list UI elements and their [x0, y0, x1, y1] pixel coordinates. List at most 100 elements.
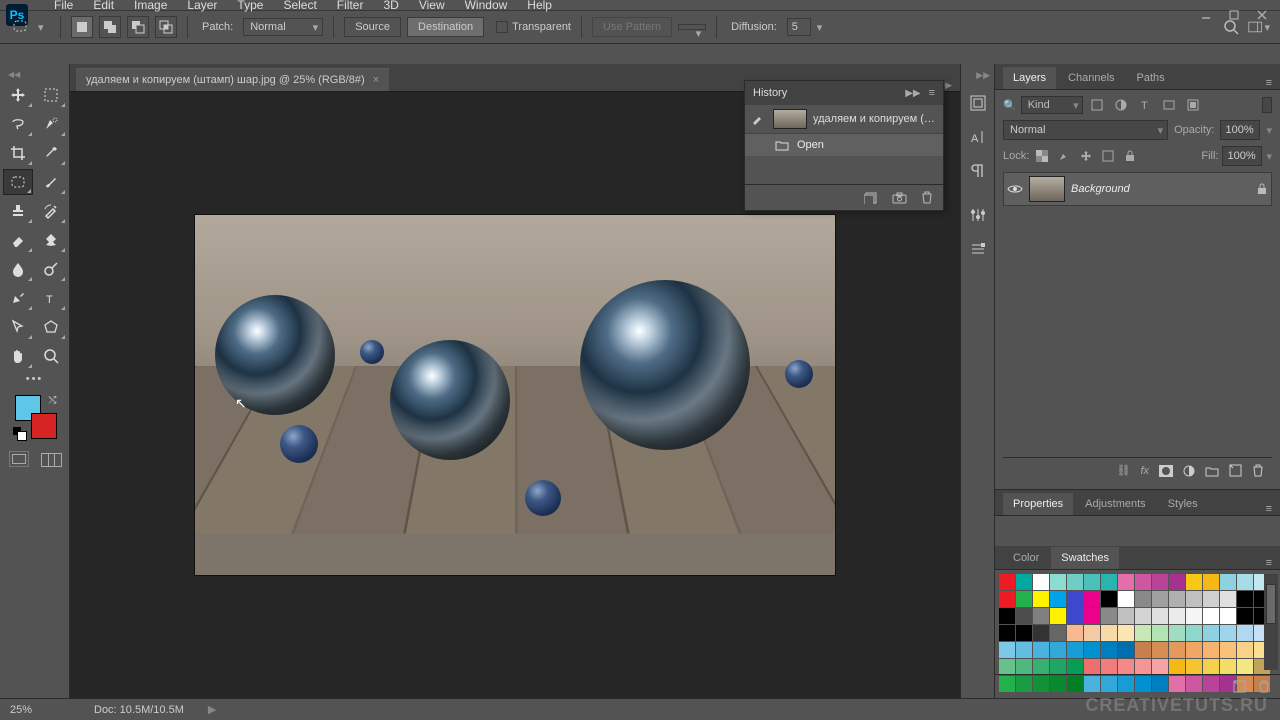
fill-dropdown[interactable]: ▾ — [1266, 150, 1272, 163]
menu-select[interactable]: Select — [273, 0, 326, 16]
lasso-tool[interactable] — [3, 111, 33, 137]
swatch[interactable] — [1220, 659, 1236, 675]
blend-mode-select[interactable]: Normal — [1003, 120, 1168, 140]
swatch[interactable] — [1135, 608, 1151, 624]
filter-adjust-icon[interactable] — [1111, 96, 1131, 114]
swatch[interactable] — [1050, 625, 1066, 641]
character-panel-icon[interactable]: A — [966, 125, 990, 149]
swatch[interactable] — [1203, 625, 1219, 641]
menu-window[interactable]: Window — [455, 0, 518, 16]
swatch[interactable] — [1050, 591, 1066, 607]
swatch[interactable] — [1033, 591, 1049, 607]
filter-type-icon[interactable]: T — [1135, 96, 1155, 114]
swatch[interactable] — [1220, 625, 1236, 641]
move-tool[interactable] — [3, 82, 33, 108]
swatch[interactable] — [1067, 625, 1083, 641]
layer-mask-icon[interactable] — [1159, 465, 1173, 477]
swatch[interactable] — [1203, 659, 1219, 675]
default-colors-icon[interactable] — [13, 427, 25, 439]
swatch[interactable] — [1101, 625, 1117, 641]
tab-paths[interactable]: Paths — [1127, 67, 1175, 89]
swatch[interactable] — [1033, 574, 1049, 590]
adjustment-layer-icon[interactable] — [1183, 465, 1195, 477]
swatch[interactable] — [1067, 574, 1083, 590]
swatch[interactable] — [1169, 608, 1185, 624]
color-picker[interactable]: ⤭ — [13, 395, 57, 439]
eraser-tool[interactable] — [3, 227, 33, 253]
lock-transparency-icon[interactable] — [1033, 148, 1051, 164]
swatch[interactable] — [1220, 642, 1236, 658]
layer-fx-icon[interactable]: fx — [1140, 465, 1149, 477]
libraries-panel-icon[interactable] — [966, 237, 990, 261]
pen-tool[interactable] — [3, 285, 33, 311]
adjustments-panel-icon[interactable] — [966, 203, 990, 227]
swatch[interactable] — [1118, 659, 1134, 675]
swatch[interactable] — [999, 574, 1015, 590]
swatch[interactable] — [1067, 659, 1083, 675]
swatch[interactable] — [1237, 659, 1253, 675]
layer-filter-select[interactable]: Kind — [1021, 96, 1083, 114]
menu-type[interactable]: Type — [227, 0, 273, 16]
close-tab-icon[interactable]: × — [373, 74, 379, 86]
swatch[interactable] — [1118, 574, 1134, 590]
delete-state-icon[interactable] — [921, 191, 933, 204]
swap-colors-icon[interactable]: ⤭ — [49, 395, 57, 406]
swatch[interactable] — [1186, 659, 1202, 675]
expand-strip-icon[interactable]: ▶▶ — [976, 70, 990, 81]
destination-button[interactable]: Destination — [407, 17, 484, 37]
swatch[interactable] — [1016, 591, 1032, 607]
document-tab[interactable]: удаляем и копируем (штамп) шар.jpg @ 25%… — [76, 68, 389, 91]
new-selection-button[interactable] — [71, 16, 93, 38]
swatch[interactable] — [1135, 659, 1151, 675]
lock-all-icon[interactable] — [1121, 148, 1139, 164]
swatch[interactable] — [1101, 608, 1117, 624]
swatches-scrollbar[interactable] — [1264, 574, 1278, 670]
filter-toggle[interactable] — [1262, 97, 1272, 113]
tab-swatches[interactable]: Swatches — [1051, 547, 1119, 569]
swatch[interactable] — [1220, 608, 1236, 624]
brush-tool[interactable] — [36, 169, 66, 195]
swatch[interactable] — [1033, 625, 1049, 641]
stamp-tool[interactable] — [3, 198, 33, 224]
swatch[interactable] — [1152, 625, 1168, 641]
swatch[interactable] — [1033, 659, 1049, 675]
tab-styles[interactable]: Styles — [1158, 493, 1208, 515]
standard-mode-button[interactable] — [9, 451, 29, 467]
swatch[interactable] — [1186, 608, 1202, 624]
swatch[interactable] — [999, 591, 1015, 607]
history-brush-tool[interactable] — [36, 198, 66, 224]
intersect-selection-button[interactable] — [155, 16, 177, 38]
use-pattern-button[interactable]: Use Pattern — [592, 17, 672, 37]
search-icon[interactable] — [1220, 16, 1242, 38]
subtract-selection-button[interactable] — [127, 16, 149, 38]
patch-tool[interactable] — [3, 169, 33, 195]
link-layers-icon[interactable]: ⛓ — [1116, 464, 1130, 477]
swatch[interactable] — [1016, 659, 1032, 675]
layer-visibility-icon[interactable] — [1007, 181, 1023, 197]
menu-filter[interactable]: Filter — [327, 0, 374, 16]
path-select-tool[interactable] — [3, 314, 33, 340]
swatch[interactable] — [1237, 608, 1253, 624]
swatch[interactable] — [1067, 591, 1083, 607]
swatch[interactable] — [1237, 574, 1253, 590]
menu-file[interactable]: File — [44, 0, 83, 16]
new-layer-icon[interactable] — [1229, 464, 1242, 477]
dodge-tool[interactable] — [36, 256, 66, 282]
swatch[interactable] — [1101, 659, 1117, 675]
swatch[interactable] — [1186, 591, 1202, 607]
swatch[interactable] — [1152, 608, 1168, 624]
transparent-checkbox[interactable]: Transparent — [496, 21, 571, 33]
lock-position-icon[interactable] — [1077, 148, 1095, 164]
swatch[interactable] — [1084, 574, 1100, 590]
snapshot-icon[interactable] — [892, 192, 907, 204]
swatch[interactable] — [1186, 642, 1202, 658]
swatch[interactable] — [1135, 591, 1151, 607]
swatch[interactable] — [1169, 591, 1185, 607]
filter-smart-icon[interactable] — [1183, 96, 1203, 114]
swatch[interactable] — [1050, 608, 1066, 624]
menu-help[interactable]: Help — [517, 0, 562, 16]
menu-image[interactable]: Image — [124, 0, 177, 16]
tab-adjustments[interactable]: Adjustments — [1075, 493, 1156, 515]
swatch[interactable] — [1118, 642, 1134, 658]
zoom-tool[interactable] — [36, 343, 66, 369]
